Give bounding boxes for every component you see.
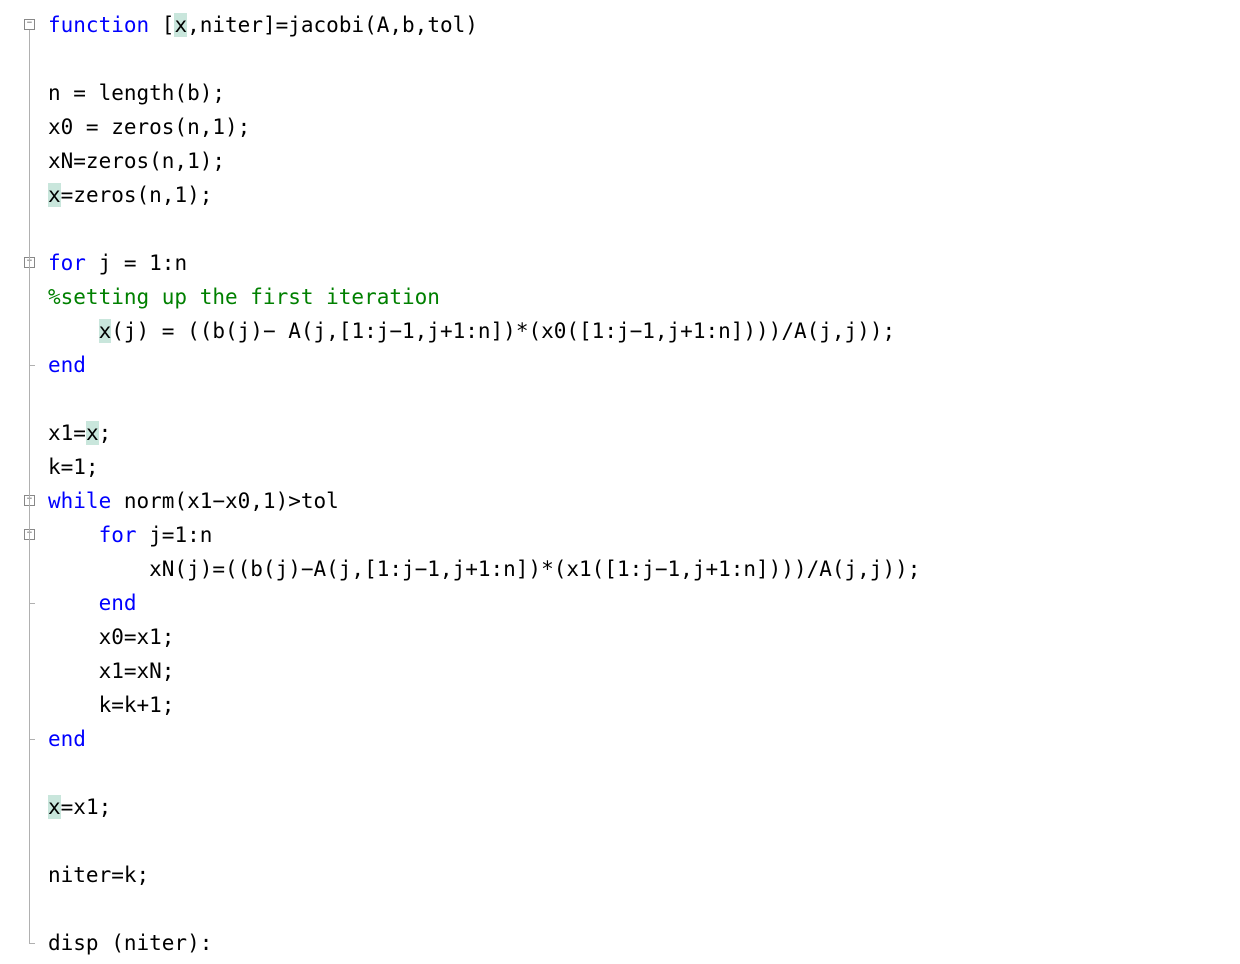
code-token: norm(x1−x0,1)>tol (111, 489, 339, 513)
code-line[interactable]: for j=1:n (48, 518, 920, 552)
highlighted-variable: x (174, 13, 187, 37)
code-token (48, 591, 99, 615)
highlighted-variable: x (48, 795, 61, 819)
highlighted-variable: x (86, 421, 99, 445)
code-token: k=1; (48, 455, 99, 479)
code-line[interactable] (48, 212, 920, 246)
code-token: xN=zeros(n,1); (48, 149, 225, 173)
code-token: ,niter]=jacobi(A,b,tol) (187, 13, 478, 37)
code-token: [ (149, 13, 174, 37)
keyword-token: for (48, 251, 86, 275)
code-token: x1=xN; (48, 659, 174, 683)
code-line[interactable]: %setting up the first iteration (48, 280, 920, 314)
highlighted-variable: x (99, 319, 112, 343)
code-token (48, 523, 99, 547)
code-token: x1= (48, 421, 86, 445)
code-line[interactable]: k=1; (48, 450, 920, 484)
code-line[interactable]: x1=x; (48, 416, 920, 450)
code-area[interactable]: function [x,niter]=jacobi(A,b,tol) n = l… (48, 8, 920, 960)
code-line[interactable]: function [x,niter]=jacobi(A,b,tol) (48, 8, 920, 42)
code-token (48, 319, 99, 343)
code-line[interactable]: niter=k; (48, 858, 920, 892)
keyword-token: function (48, 13, 149, 37)
code-line[interactable]: x(j) = ((b(j)− A(j,[1:j−1,j+1:n])*(x0([1… (48, 314, 920, 348)
keyword-token: end (99, 591, 137, 615)
code-line[interactable]: n = length(b); (48, 76, 920, 110)
fold-guide-line (29, 268, 30, 365)
code-line[interactable] (48, 824, 920, 858)
code-line[interactable]: xN(j)=((b(j)−A(j,[1:j−1,j+1:n])*(x1([1:j… (48, 552, 920, 586)
fold-guide-line (29, 30, 30, 943)
code-line[interactable]: x0=x1; (48, 620, 920, 654)
keyword-token: end (48, 727, 86, 751)
code-line[interactable]: disp (niter): (48, 926, 920, 960)
code-line[interactable]: x0 = zeros(n,1); (48, 110, 920, 144)
code-token: n = length(b); (48, 81, 225, 105)
code-line[interactable] (48, 42, 920, 76)
highlighted-variable: x (48, 183, 61, 207)
code-line[interactable]: end (48, 348, 920, 382)
code-line[interactable]: x=x1; (48, 790, 920, 824)
code-token: =zeros(n,1); (61, 183, 213, 207)
code-token: (j) = ((b(j)− A(j,[1:j−1,j+1:n])*(x0([1:… (111, 319, 895, 343)
code-token: niter=k; (48, 863, 149, 887)
keyword-token: end (48, 353, 86, 377)
code-token: j=1:n (137, 523, 213, 547)
code-line[interactable] (48, 382, 920, 416)
keyword-token: for (99, 523, 137, 547)
code-token: j = 1:n (86, 251, 187, 275)
code-line[interactable] (48, 756, 920, 790)
fold-end-tick (29, 943, 35, 944)
comment-token: %setting up the first iteration (48, 285, 440, 309)
fold-guide-line (29, 540, 30, 603)
code-token: ; (99, 421, 112, 445)
code-line[interactable]: x1=xN; (48, 654, 920, 688)
fold-toggle-icon[interactable] (24, 19, 35, 30)
code-token: disp (niter): (48, 931, 212, 955)
code-line[interactable]: end (48, 722, 920, 756)
code-line[interactable]: for j = 1:n (48, 246, 920, 280)
code-token: x0=x1; (48, 625, 174, 649)
fold-gutter (0, 8, 48, 960)
code-token: xN(j)=((b(j)−A(j,[1:j−1,j+1:n])*(x1([1:j… (48, 557, 920, 581)
code-line[interactable]: xN=zeros(n,1); (48, 144, 920, 178)
code-token: x0 = zeros(n,1); (48, 115, 250, 139)
code-line[interactable]: k=k+1; (48, 688, 920, 722)
code-line[interactable]: x=zeros(n,1); (48, 178, 920, 212)
code-token: k=k+1; (48, 693, 174, 717)
keyword-token: while (48, 489, 111, 513)
code-line[interactable] (48, 892, 920, 926)
code-token: =x1; (61, 795, 112, 819)
code-editor[interactable]: function [x,niter]=jacobi(A,b,tol) n = l… (0, 8, 1240, 960)
code-line[interactable]: while norm(x1−x0,1)>tol (48, 484, 920, 518)
code-line[interactable]: end (48, 586, 920, 620)
